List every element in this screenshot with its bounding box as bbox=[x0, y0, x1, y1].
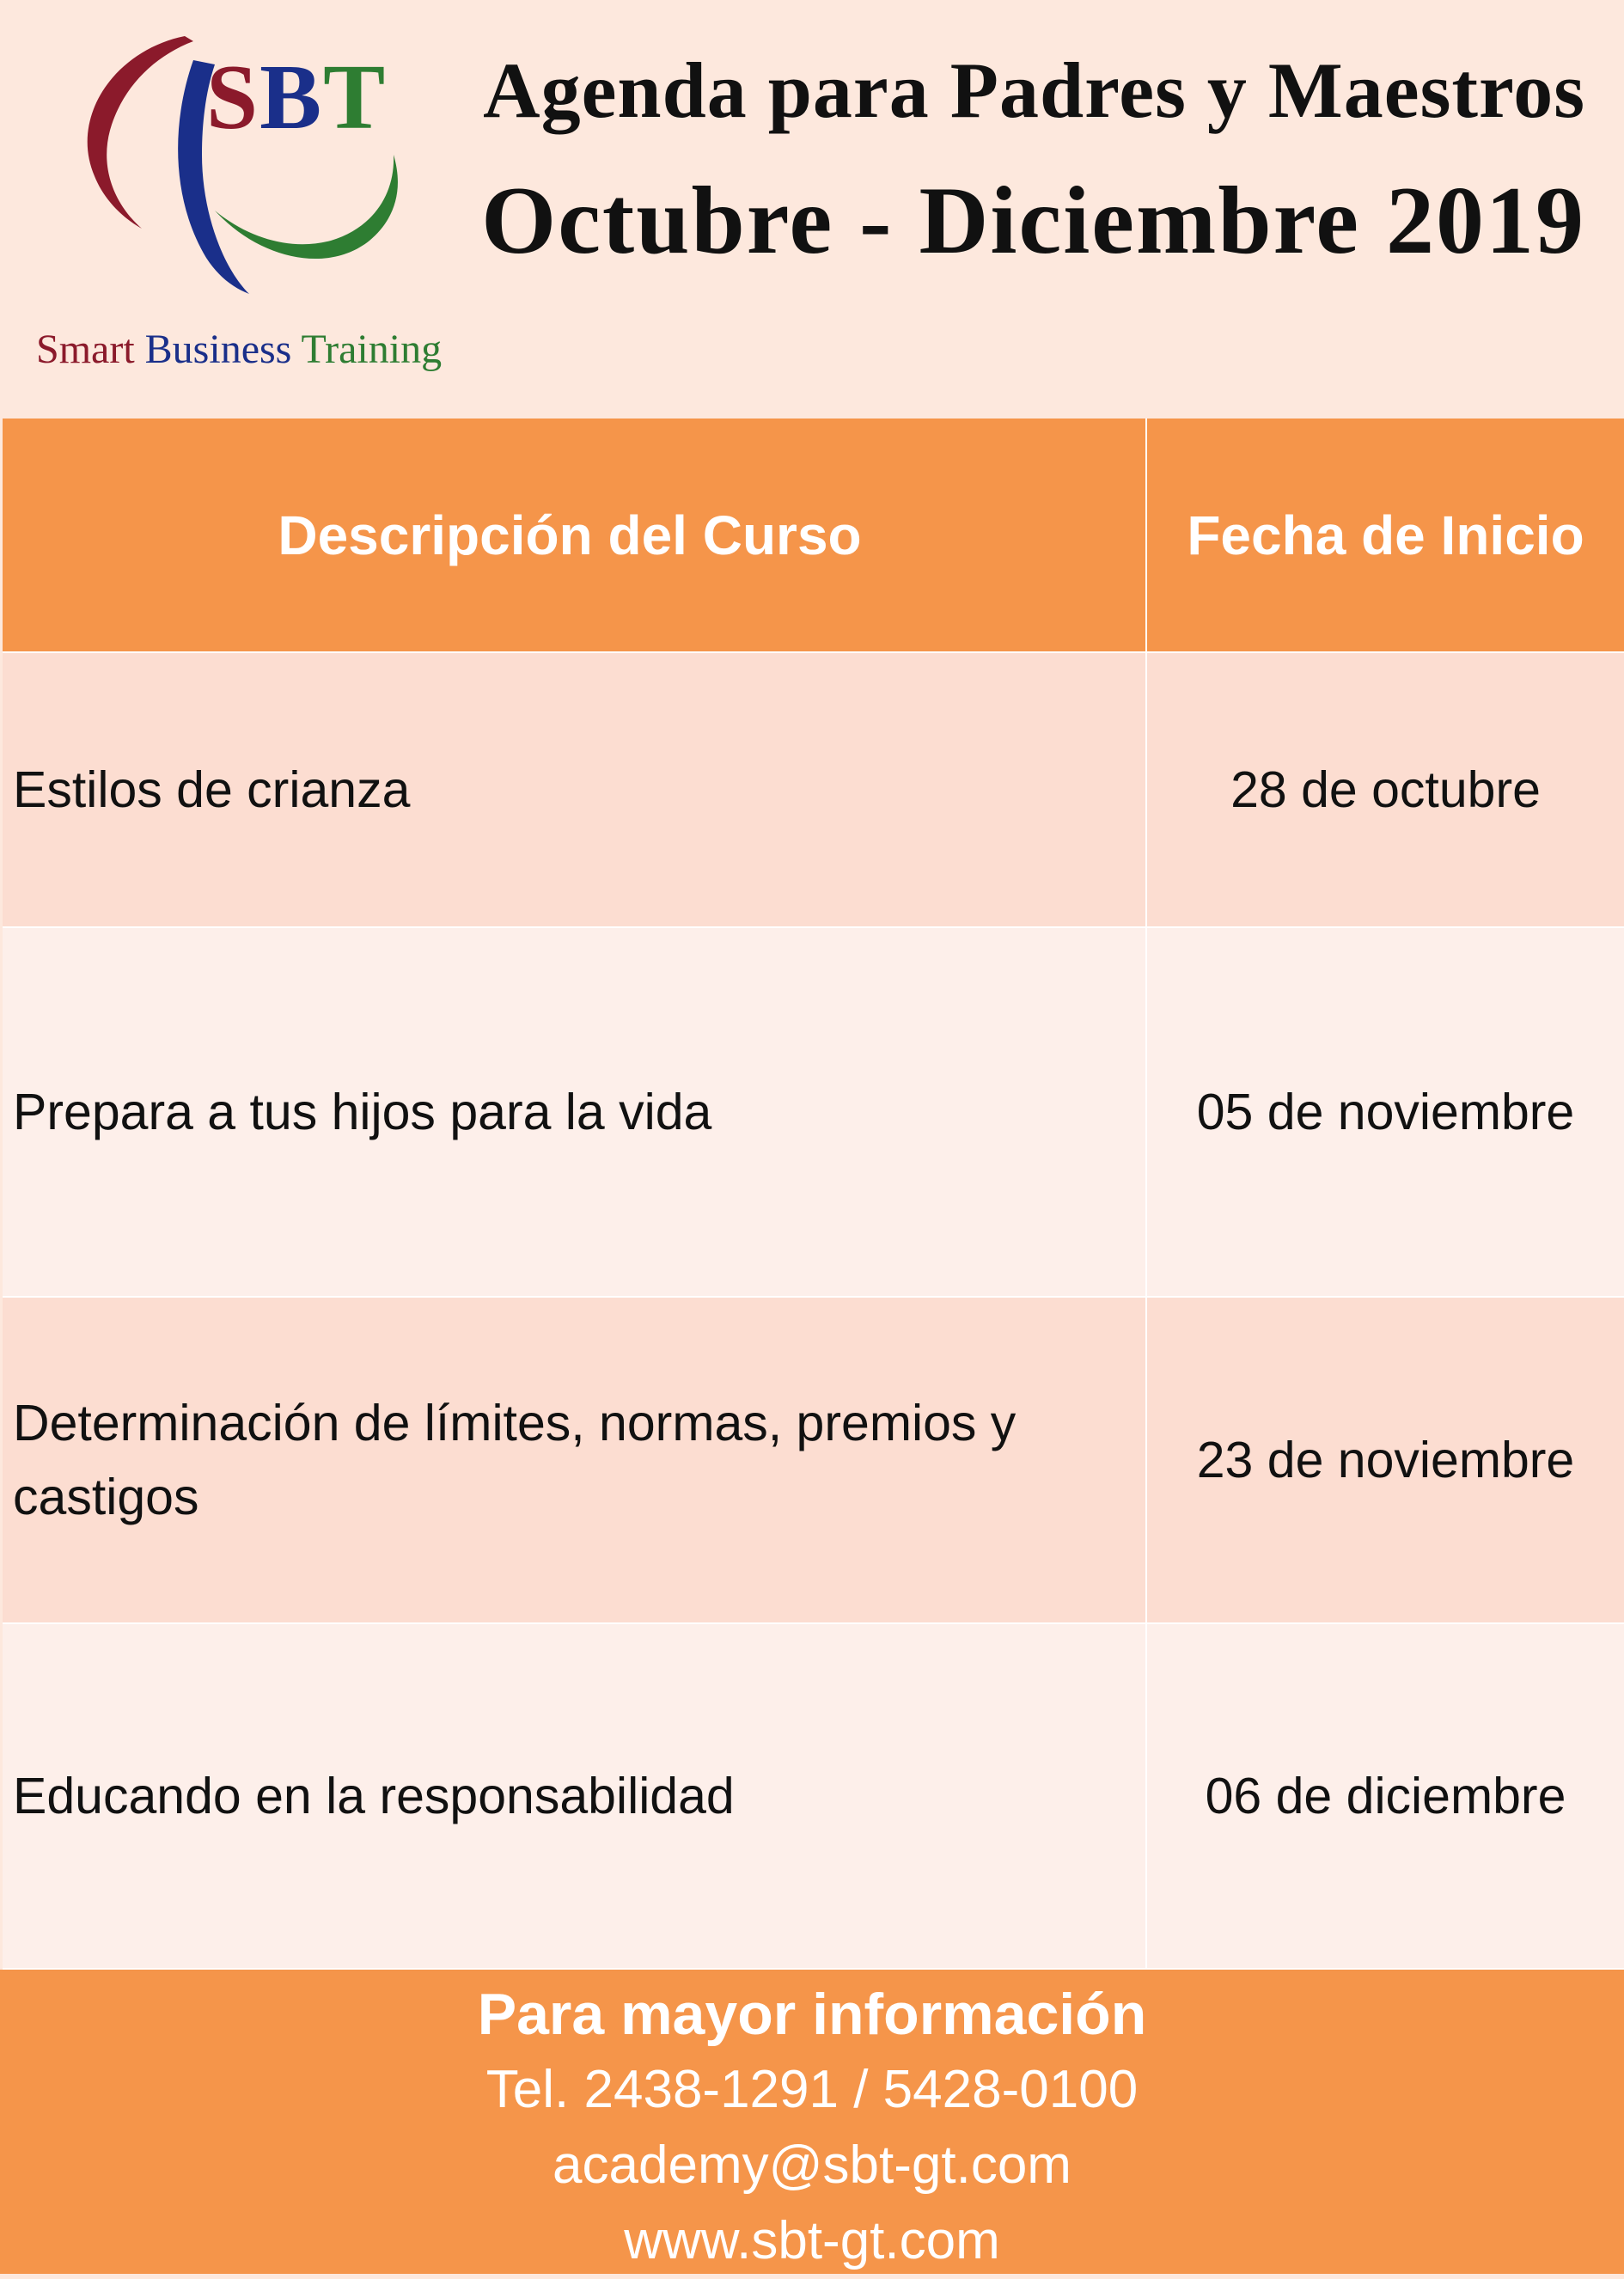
table-row: Educando en la responsabilidad 06 de dic… bbox=[3, 1624, 1624, 1970]
footer-heading: Para mayor información bbox=[477, 1982, 1147, 2047]
title-agenda: Agenda para Padres y Maestros bbox=[483, 46, 1585, 134]
logo-letter-s: S bbox=[206, 46, 260, 149]
logo-letter-b: B bbox=[259, 46, 324, 149]
footer-email[interactable]: academy@sbt-gt.com bbox=[0, 2128, 1624, 2203]
course-table: Descripción del Curso Fecha de Inicio Es… bbox=[3, 419, 1624, 1970]
table-row: Estilos de crianza 28 de octubre bbox=[3, 653, 1624, 928]
logo-wordmark: SBT bbox=[206, 52, 387, 144]
header: SBT Smart Business Training Agenda para … bbox=[0, 0, 1624, 419]
table-header-row: Descripción del Curso Fecha de Inicio bbox=[3, 419, 1624, 653]
course-name: Educando en la responsabilidad bbox=[3, 1624, 1147, 1968]
table-row: Determinación de límites, normas, premio… bbox=[3, 1298, 1624, 1624]
course-start-date: 23 de noviembre bbox=[1196, 1432, 1575, 1488]
column-header-start-date: Fecha de Inicio bbox=[1187, 504, 1584, 566]
flyer-page: SBT Smart Business Training Agenda para … bbox=[0, 0, 1624, 2274]
table-row: Prepara a tus hijos para la vida 05 de n… bbox=[3, 928, 1624, 1298]
logo-letter-t: T bbox=[323, 46, 388, 149]
sbt-logo: SBT Smart Business Training bbox=[34, 26, 498, 387]
contact-footer: Para mayor información Tel. 2438-1291 / … bbox=[0, 1970, 1624, 2274]
course-name: Prepara a tus hijos para la vida bbox=[3, 928, 1147, 1296]
course-name: Estilos de crianza bbox=[3, 653, 1147, 926]
tagline-word-business: Business bbox=[144, 327, 292, 372]
course-start-date: 06 de diciembre bbox=[1205, 1768, 1566, 1824]
footer-website[interactable]: www.sbt-gt.com bbox=[0, 2203, 1624, 2279]
tagline-word-training: Training bbox=[301, 327, 443, 372]
page-title: Agenda para Padres y Maestros Octubre - … bbox=[430, 43, 1585, 285]
footer-phone: Tel. 2438-1291 / 5428-0100 bbox=[485, 2060, 1139, 2119]
course-start-date: 05 de noviembre bbox=[1196, 1084, 1575, 1140]
course-name: Determinación de límites, normas, premio… bbox=[3, 1298, 1147, 1622]
tagline-word-smart: Smart bbox=[36, 327, 135, 372]
course-start-date: 28 de octubre bbox=[1230, 761, 1541, 818]
title-date-range: Octubre - Diciembre 2019 bbox=[481, 168, 1585, 274]
logo-tagline: Smart Business Training bbox=[36, 325, 442, 375]
column-header-course: Descripción del Curso bbox=[3, 419, 1147, 651]
